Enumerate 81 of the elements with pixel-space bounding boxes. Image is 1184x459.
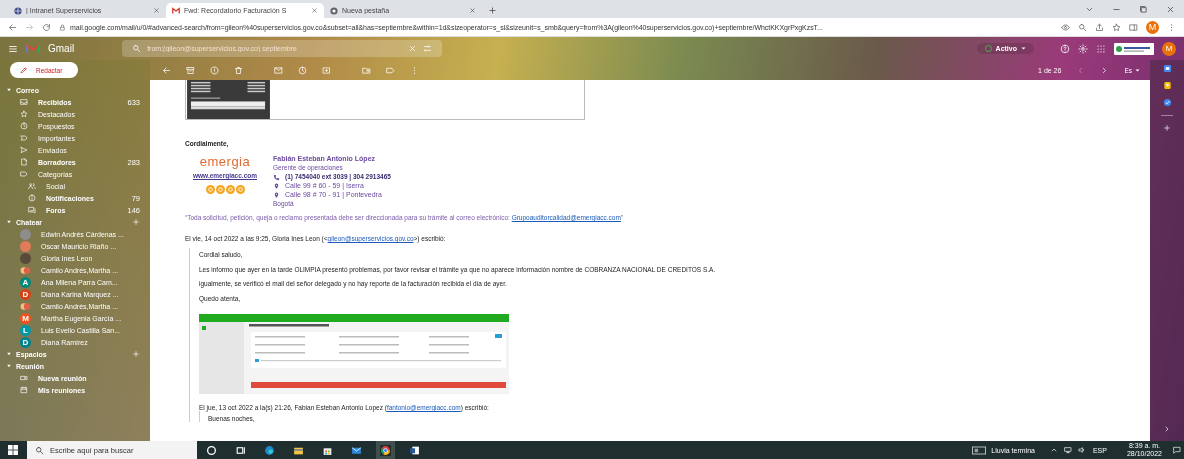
tag-icon: [20, 170, 28, 178]
speaker-icon[interactable]: [1077, 446, 1086, 454]
expand-icon[interactable]: [1163, 425, 1171, 433]
caret-icon: [6, 219, 12, 225]
back-icon[interactable]: [8, 22, 17, 32]
video-camera-icon: [20, 374, 28, 382]
task-view-icon[interactable]: [235, 444, 246, 456]
side-panel-icon[interactable]: [1129, 22, 1138, 32]
archive-icon[interactable]: [186, 65, 195, 75]
gmail-logo-icon: [26, 43, 40, 54]
account-avatar[interactable]: M: [1162, 41, 1176, 56]
apps-icon[interactable]: [1096, 43, 1106, 54]
calendar-icon[interactable]: [1162, 64, 1172, 73]
phone-icon: [273, 173, 280, 181]
plus-icon[interactable]: [132, 350, 140, 358]
globe-icon: [14, 6, 22, 15]
note-icon[interactable]: [1162, 81, 1172, 90]
pencil-icon: [20, 66, 28, 74]
search-icon: [35, 445, 44, 455]
reload-icon[interactable]: [42, 22, 51, 32]
back-icon[interactable]: [162, 65, 171, 75]
profile-avatar[interactable]: M: [1146, 20, 1159, 34]
close-icon[interactable]: [153, 7, 160, 14]
info-icon: [28, 194, 36, 202]
organization-logo[interactable]: [1114, 42, 1154, 55]
trash-icon[interactable]: [234, 65, 243, 75]
company-logo: emergia: [199, 155, 251, 169]
bookmark-star-icon[interactable]: [1112, 22, 1121, 32]
weather-icon[interactable]: [972, 445, 987, 455]
menu-icon[interactable]: [8, 43, 18, 54]
star-icon: [20, 110, 28, 118]
close-icon[interactable]: [408, 44, 418, 53]
document-app-icon[interactable]: [409, 444, 420, 456]
label-icon[interactable]: [386, 65, 395, 75]
contact-avatar: M: [20, 312, 31, 324]
eye-icon[interactable]: [1061, 22, 1070, 32]
people-icon: [28, 182, 36, 190]
search-icon: [132, 44, 142, 53]
share-icon[interactable]: [1095, 22, 1104, 32]
contact-avatar: D: [20, 288, 31, 300]
caret-icon: [1021, 47, 1026, 50]
contact-avatar: L: [20, 324, 31, 336]
move-to-icon[interactable]: [362, 65, 371, 75]
mail-icon[interactable]: [351, 444, 362, 456]
clock-icon[interactable]: [298, 65, 307, 75]
close-icon[interactable]: [1166, 5, 1175, 14]
label-icon: [20, 134, 28, 142]
settings-icon[interactable]: [1078, 43, 1088, 54]
send-icon: [20, 146, 28, 154]
envelope-icon[interactable]: [274, 65, 283, 75]
add-task-icon[interactable]: [322, 65, 331, 75]
chrome-icon: [330, 6, 338, 15]
browser-icon[interactable]: [264, 444, 275, 456]
lock-icon: [59, 23, 66, 31]
zoom-icon[interactable]: [1078, 22, 1087, 32]
chevron-down-icon[interactable]: [1085, 5, 1094, 14]
tasks-icon[interactable]: [1162, 98, 1172, 107]
circle-icon[interactable]: [206, 444, 217, 456]
contact-avatar: A: [20, 276, 31, 288]
app-title: Gmail: [48, 43, 75, 54]
spam-icon[interactable]: [210, 65, 219, 75]
caret-icon: [6, 87, 12, 93]
add-icon[interactable]: [1163, 124, 1171, 132]
restore-icon[interactable]: [1139, 5, 1148, 14]
help-icon[interactable]: [1060, 43, 1070, 54]
plus-icon[interactable]: [132, 218, 140, 226]
caret-icon: [1135, 68, 1140, 72]
close-icon[interactable]: [469, 7, 476, 14]
envelope-logo-icon: [172, 6, 180, 15]
network-icon[interactable]: [1063, 446, 1072, 454]
contact-avatar: D: [20, 336, 31, 348]
inbox-icon: [20, 98, 28, 106]
close-icon[interactable]: [311, 7, 318, 14]
windows-start-icon[interactable]: [8, 445, 18, 455]
notifications-icon[interactable]: [1173, 446, 1181, 454]
new-tab-icon[interactable]: [488, 6, 497, 15]
chat-bubbles-icon: [28, 206, 36, 214]
clock-icon: [20, 122, 28, 130]
document-icon: [20, 158, 28, 166]
up-icon[interactable]: [1049, 446, 1058, 454]
calendar-icon: [20, 386, 28, 394]
